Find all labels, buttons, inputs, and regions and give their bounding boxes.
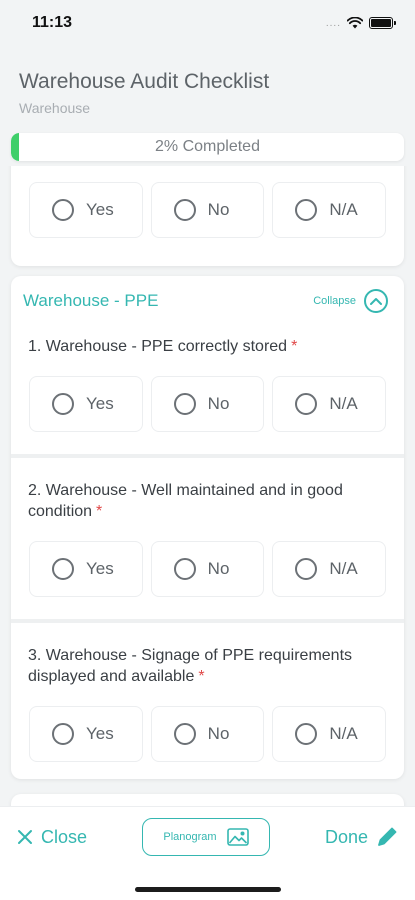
close-label: Close: [41, 826, 88, 847]
question-text: 3. Warehouse - Signage of PPE requiremen…: [28, 645, 386, 687]
page-subtitle: Warehouse: [19, 100, 91, 116]
option-no[interactable]: No: [150, 376, 265, 432]
progress-label: 2% Completed: [155, 138, 260, 155]
option-label: N/A: [329, 724, 358, 743]
radio-icon: [173, 393, 196, 415]
battery-icon: [369, 17, 396, 29]
pencil-icon: [378, 827, 397, 846]
collapse-control[interactable]: Collapse: [313, 289, 388, 313]
option-no[interactable]: No: [150, 182, 265, 238]
required-marker: *: [291, 338, 298, 355]
status-bar: 11:13 ....: [0, 0, 415, 52]
image-icon: [226, 828, 249, 846]
done-button[interactable]: Done: [325, 826, 398, 848]
planogram-label: Planogram: [163, 831, 217, 843]
question-label: 2. Warehouse - Well maintained and in go…: [28, 482, 343, 520]
bottom-actions: Close Planogram Done: [0, 817, 415, 857]
page-header: Warehouse Audit Checklist Warehouse: [19, 70, 269, 116]
page-title: Warehouse Audit Checklist: [19, 70, 270, 93]
checklist-scroll-area[interactable]: Yes No N/A Warehouse - PPE Collapse 1. W…: [0, 166, 415, 806]
option-label: Yes: [86, 559, 114, 578]
section-title: Warehouse - PPE: [23, 291, 159, 310]
radio-icon: [173, 199, 196, 221]
required-marker: *: [198, 668, 205, 685]
answer-options: Yes No N/A: [11, 166, 404, 238]
option-label: Yes: [86, 200, 114, 219]
question-item: 1. Warehouse - PPE correctly stored *: [11, 336, 404, 357]
answer-options: Yes No N/A: [11, 541, 404, 597]
close-button[interactable]: Close: [17, 827, 87, 848]
option-label: N/A: [329, 394, 358, 413]
close-icon: [18, 830, 32, 844]
collapse-label: Collapse: [313, 295, 356, 307]
option-na[interactable]: N/A: [272, 706, 387, 762]
option-label: Yes: [86, 394, 114, 413]
option-label: N/A: [329, 200, 358, 219]
option-label: No: [207, 200, 230, 219]
signal-icon: ....: [325, 17, 341, 29]
section-header: Warehouse - PPE Collapse: [11, 278, 404, 324]
question-text: 2. Warehouse - Well maintained and in go…: [28, 480, 386, 522]
radio-icon: [52, 558, 74, 580]
radio-icon: [295, 199, 318, 221]
status-icons: ....: [325, 17, 396, 29]
option-na[interactable]: N/A: [272, 376, 387, 432]
bottom-action-bar: Close Planogram Done: [0, 806, 415, 900]
home-indicator: [135, 887, 281, 892]
option-na[interactable]: N/A: [272, 541, 387, 597]
option-label: N/A: [329, 559, 358, 578]
radio-icon: [52, 723, 74, 745]
question-label: 3. Warehouse - Signage of PPE requiremen…: [28, 647, 353, 685]
previous-question-card: Yes No N/A: [11, 166, 404, 266]
radio-icon: [295, 558, 318, 580]
radio-icon: [52, 199, 74, 221]
option-label: No: [207, 394, 230, 413]
question-item: 3. Warehouse - Signage of PPE requiremen…: [11, 645, 404, 687]
chevron-up-icon[interactable]: [364, 289, 388, 313]
option-no[interactable]: No: [150, 541, 265, 597]
required-marker: *: [96, 503, 103, 520]
section-card-ppe: Warehouse - PPE Collapse 1. Warehouse - …: [11, 276, 404, 779]
option-na[interactable]: N/A: [272, 182, 387, 238]
question-item: 2. Warehouse - Well maintained and in go…: [11, 480, 404, 522]
wifi-icon: [347, 17, 363, 29]
option-label: No: [207, 559, 230, 578]
next-section-card: [11, 794, 404, 806]
option-label: Yes: [86, 724, 114, 743]
radio-icon: [295, 723, 318, 745]
status-time: 11:13: [32, 14, 73, 31]
option-label: No: [207, 724, 230, 743]
option-yes[interactable]: Yes: [29, 541, 143, 597]
progress-bar: 2% Completed: [11, 133, 404, 161]
option-yes[interactable]: Yes: [29, 706, 143, 762]
option-no[interactable]: No: [150, 706, 265, 762]
radio-icon: [173, 558, 196, 580]
option-yes[interactable]: Yes: [29, 182, 143, 238]
radio-icon: [52, 393, 74, 415]
progress-fill: [11, 133, 19, 161]
radio-icon: [295, 393, 318, 415]
question-text: 1. Warehouse - PPE correctly stored *: [28, 336, 386, 357]
divider: [11, 619, 404, 623]
divider: [11, 454, 404, 458]
option-yes[interactable]: Yes: [29, 376, 143, 432]
done-label: Done: [324, 826, 368, 847]
answer-options: Yes No N/A: [11, 376, 404, 432]
question-label: 1. Warehouse - PPE correctly stored: [28, 338, 288, 355]
answer-options: Yes No N/A: [11, 706, 404, 762]
radio-icon: [173, 723, 196, 745]
planogram-button[interactable]: Planogram: [142, 818, 270, 856]
